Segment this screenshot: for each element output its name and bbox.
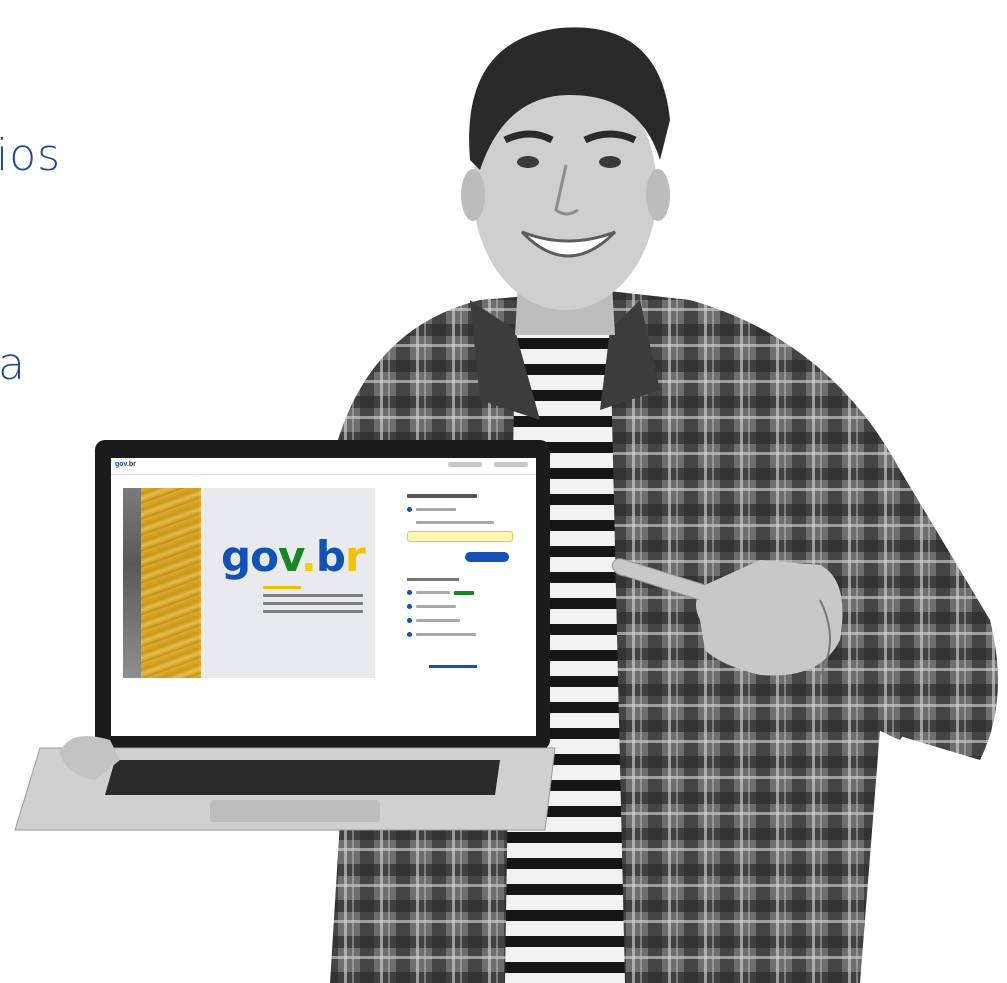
screen-hero-yellow-overlay [141,488,201,678]
laptop-keyboard [105,760,500,795]
govbr-logo: gov.br [221,532,366,581]
screen-hero-banner: gov.br [123,488,375,678]
screen-cpf-field [407,531,513,542]
laptop-screen: gov.br gov.br [111,458,536,736]
screen-help-link [429,665,477,668]
screen-hero-text [263,586,363,618]
screen-header: gov.br [111,458,536,475]
screen-header-logo: gov.br [115,461,136,468]
screen-header-actions [448,462,528,467]
screen-continue-button [465,552,509,562]
laptop-trackpad [210,800,380,822]
screen-login-panel [407,494,515,668]
